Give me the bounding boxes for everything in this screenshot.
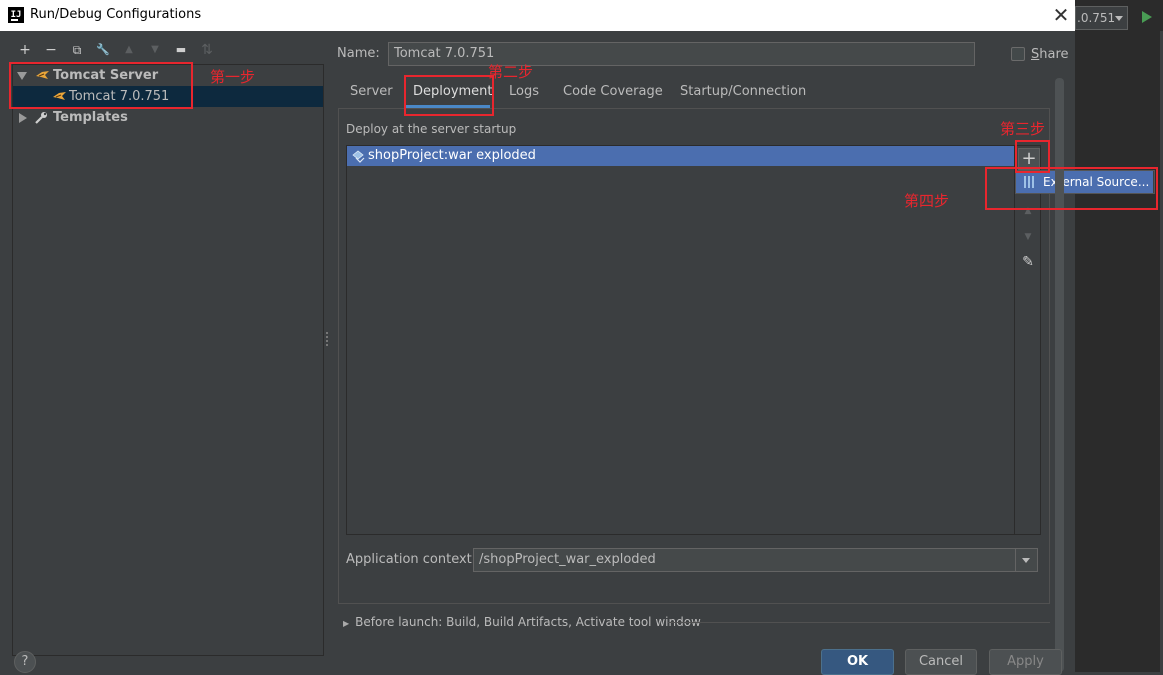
move-down-button[interactable]: ▼ [147,42,163,58]
artifact-icon [352,150,365,163]
wrench-icon [35,112,47,124]
intellij-logo-icon: IJ [8,7,24,23]
chevron-right-icon [19,113,27,123]
name-field[interactable]: Tomcat 7.0.751 [388,42,975,66]
apply-button[interactable]: Apply [989,649,1062,675]
copy-config-button[interactable]: ⧉ [69,42,85,58]
ok-button[interactable]: OK [821,649,894,675]
tab-logs[interactable]: Logs [509,84,539,106]
deploy-section-label: Deploy at the server startup [346,122,517,136]
annotation-step2: 第二步 [488,63,534,81]
annotation-step1: 第一步 [210,68,256,86]
tab-code-coverage[interactable]: Code Coverage [563,84,663,106]
run-icon[interactable] [1142,11,1152,23]
run-config-dropdown[interactable]: .0.751 [1075,6,1128,30]
app-context-label: Application context: [346,552,477,567]
name-label: Name: [337,46,380,61]
wrench-icon[interactable]: 🔧 [95,42,111,58]
splitter-handle[interactable] [326,332,330,346]
tree-item-templates[interactable]: Templates [13,107,323,128]
annotation-step3: 第三步 [1000,120,1046,138]
app-context-combobox[interactable]: /shopProject_war_exploded [473,548,1038,572]
tab-server[interactable]: Server [350,84,393,106]
move-up-button[interactable]: ▲ [121,42,137,58]
run-config-text: .0.751 [1077,11,1116,25]
chevron-down-icon [1115,16,1123,21]
dropdown-button[interactable] [1015,549,1037,571]
tree-item-label: Templates [53,110,128,125]
remove-config-button[interactable]: − [43,42,59,58]
annotation-box-step4 [985,167,1158,210]
artifact-name: shopProject:war exploded [368,148,536,163]
annotation-box-step2 [404,75,494,116]
share-label[interactable]: Share [1031,47,1069,62]
ide-background [1075,0,1163,672]
folder-icon[interactable]: ▬ [173,42,189,58]
list-item[interactable]: shopProject:war exploded [347,146,1014,166]
help-button[interactable]: ? [14,651,36,673]
add-config-button[interactable]: + [17,42,33,58]
cancel-button[interactable]: Cancel [905,649,977,675]
window-title: Run/Debug Configurations [30,7,202,22]
close-button[interactable]: ✕ [1051,4,1071,26]
share-checkbox[interactable] [1011,47,1025,61]
before-launch-divider [668,622,1050,623]
chevron-down-icon [1022,558,1030,563]
config-tree[interactable]: Tomcat Server Tomcat 7.0.751 Templates [12,64,324,656]
pencil-icon[interactable]: ✎ [1018,252,1038,272]
before-launch-label: Before launch: Build, Build Artifacts, A… [355,615,701,629]
move-down-button[interactable]: ▼ [1018,227,1038,247]
before-launch-toggle[interactable]: ▶ Before launch: Build, Build Artifacts, … [343,615,701,629]
app-context-value: /shopProject_war_exploded [479,552,656,567]
sort-icon[interactable]: ⇅ [199,42,215,58]
chevron-right-icon: ▶ [343,619,350,628]
tab-startup-connection[interactable]: Startup/Connection [680,84,806,106]
annotation-box-step1 [9,62,193,109]
annotation-step4: 第四步 [904,192,950,210]
